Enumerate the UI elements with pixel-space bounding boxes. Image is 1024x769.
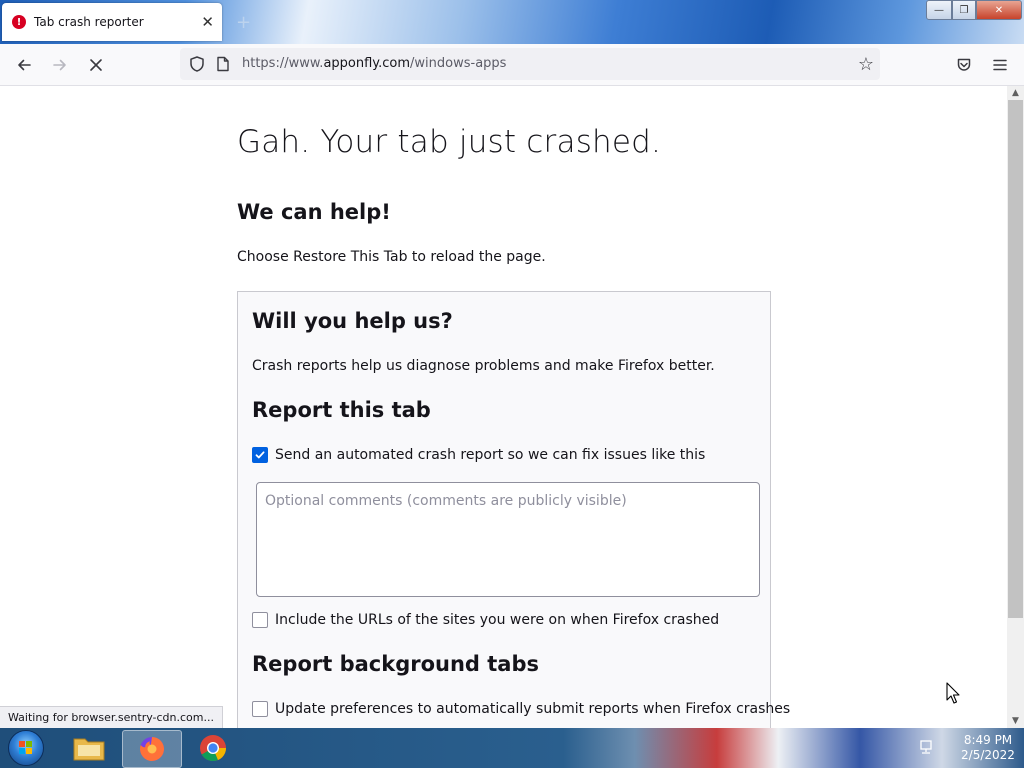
hamburger-menu-icon — [993, 59, 1007, 71]
auto-submit-checkbox[interactable] — [252, 701, 268, 717]
crash-warning-icon: ! — [12, 15, 26, 29]
url-bar[interactable]: https://www.apponfly.com/windows-apps ☆ — [180, 48, 880, 80]
include-urls-label[interactable]: Include the URLs of the sites you were o… — [275, 612, 719, 628]
scrollbar-thumb[interactable] — [1008, 100, 1023, 618]
back-button[interactable] — [12, 53, 36, 77]
pocket-icon — [957, 58, 971, 71]
url-prefix: https://www. — [242, 56, 324, 71]
app-menu-button[interactable] — [988, 53, 1012, 77]
tracking-protection-icon[interactable] — [188, 55, 206, 77]
scroll-up-arrow-icon[interactable]: ▲ — [1007, 86, 1024, 100]
url-domain: apponfly.com — [323, 56, 411, 71]
title-bar: ! Tab crash reporter ✕ + — ❐ ✕ — [0, 0, 1024, 44]
panel-description: Crash reports help us diagnose problems … — [252, 358, 715, 374]
taskbar-file-explorer[interactable] — [66, 730, 112, 766]
page-info-icon[interactable] — [216, 56, 230, 76]
stop-icon — [90, 59, 102, 71]
new-tab-button[interactable]: + — [236, 12, 251, 33]
pocket-button[interactable] — [952, 53, 976, 77]
comments-textarea[interactable] — [256, 482, 760, 597]
taskbar-firefox[interactable] — [122, 730, 182, 768]
start-button[interactable] — [4, 730, 48, 766]
auto-submit-label[interactable]: Update preferences to automatically subm… — [275, 701, 790, 717]
url-path: /windows-apps — [410, 56, 507, 71]
send-report-label[interactable]: Send an automated crash report so we can… — [275, 447, 705, 463]
close-window-button[interactable]: ✕ — [976, 0, 1022, 20]
mouse-cursor-icon — [946, 682, 960, 708]
arrow-left-icon — [18, 59, 31, 71]
report-tab-heading: Report this tab — [252, 398, 431, 422]
network-icon[interactable] — [918, 739, 934, 759]
tab-close-icon[interactable]: ✕ — [201, 13, 214, 31]
crash-report-panel: Will you help us? Crash reports help us … — [237, 291, 790, 728]
page-title: Gah. Your tab just crashed. — [237, 124, 662, 160]
firefox-icon — [140, 737, 165, 761]
tab-title: Tab crash reporter — [34, 15, 144, 29]
clock-time: 8:49 PM — [963, 733, 1013, 747]
tab-crash-reporter[interactable]: ! Tab crash reporter ✕ — [2, 3, 222, 41]
folder-icon — [73, 738, 105, 761]
help-heading: We can help! — [237, 200, 391, 224]
restore-instructions: Choose Restore This Tab to reload the pa… — [237, 249, 546, 265]
clock-date: 2/5/2022 — [961, 748, 1015, 762]
chrome-icon — [200, 735, 226, 762]
arrow-right-icon — [53, 59, 66, 71]
stop-loading-button[interactable] — [84, 53, 108, 77]
minimize-button[interactable]: — — [926, 0, 952, 20]
maximize-button[interactable]: ❐ — [952, 0, 976, 20]
clock[interactable]: 8:49 PM 2/5/2022 — [958, 733, 1018, 763]
background-tabs-heading: Report background tabs — [252, 652, 539, 676]
navigation-bar: https://www.apponfly.com/windows-apps ☆ — [0, 44, 1024, 86]
windows-logo-icon — [8, 730, 44, 766]
window-controls: — ❐ ✕ — [926, 0, 1022, 20]
panel-heading: Will you help us? — [252, 309, 453, 333]
checkmark-icon — [255, 451, 265, 459]
send-report-checkbox[interactable] — [252, 447, 268, 463]
scroll-down-arrow-icon[interactable]: ▼ — [1007, 714, 1024, 728]
include-urls-checkbox[interactable] — [252, 612, 268, 628]
status-bar: Waiting for browser.sentry-cdn.com... — [0, 706, 223, 729]
windows-taskbar: 8:49 PM 2/5/2022 — [0, 728, 1024, 768]
forward-button[interactable] — [48, 53, 72, 77]
bookmark-star-icon[interactable]: ☆ — [858, 54, 874, 75]
url-text: https://www.apponfly.com/windows-apps — [242, 56, 506, 71]
system-tray: 8:49 PM 2/5/2022 — [914, 728, 1024, 768]
page-scrollbar[interactable]: ▲ ▼ — [1007, 86, 1024, 728]
page-content: Gah. Your tab just crashed. We can help!… — [0, 86, 1007, 728]
taskbar-chrome[interactable] — [190, 730, 236, 766]
